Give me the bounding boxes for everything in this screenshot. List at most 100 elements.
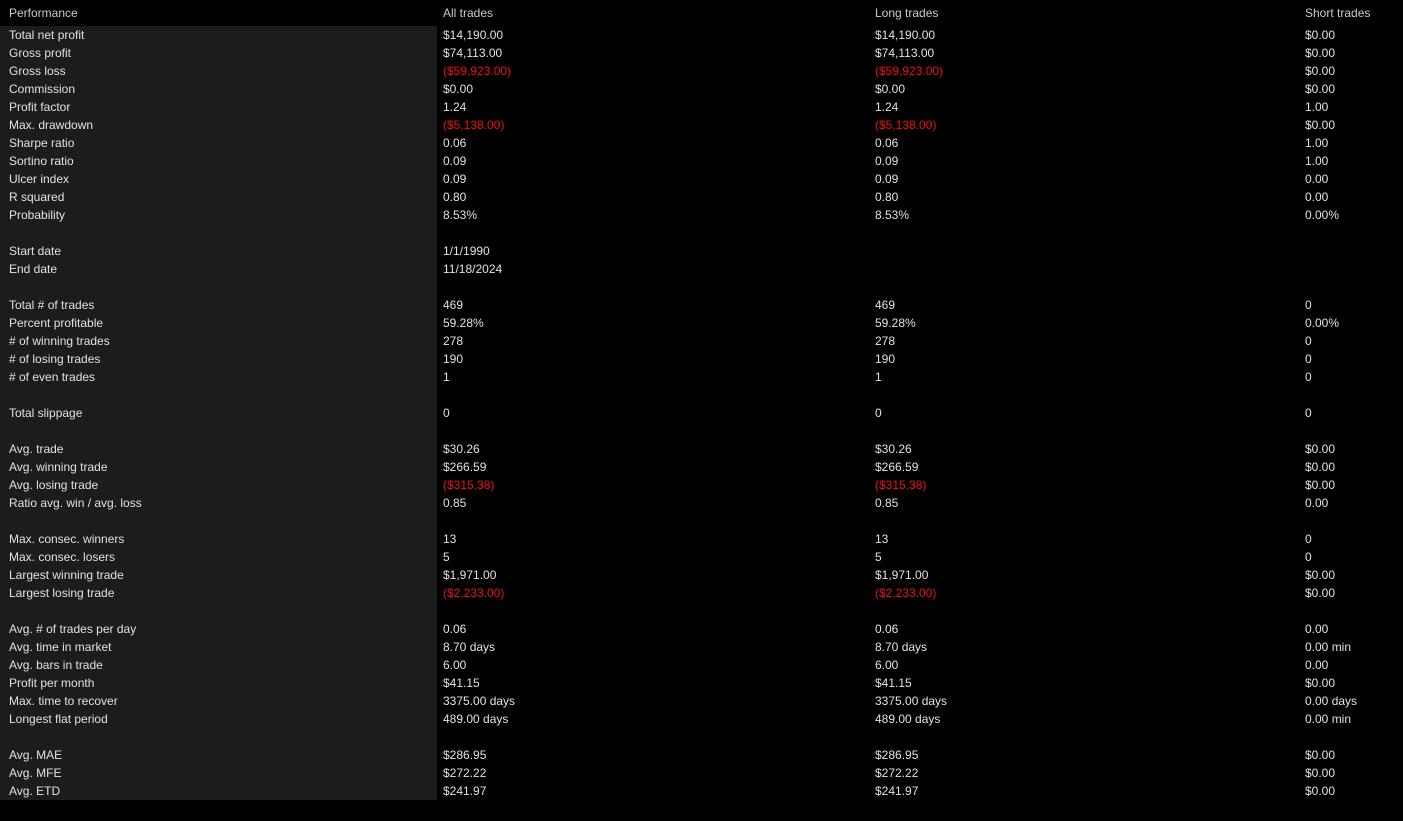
table-row[interactable]: Avg. winning trade $266.59 $266.59 $0.00 xyxy=(0,458,1403,476)
group-spacer-row xyxy=(0,512,1403,530)
table-row[interactable]: Max. consec. winners 13 13 0 xyxy=(0,530,1403,548)
table-row[interactable]: # of losing trades 190 190 0 xyxy=(0,350,1403,368)
table-row[interactable]: Avg. losing trade ($315.38) ($315.38) $0.00 xyxy=(0,476,1403,494)
value-short-trades: 0 xyxy=(1305,370,1312,384)
table-row[interactable]: Profit factor 1.24 1.24 1.00 xyxy=(0,98,1403,116)
value-all-trades: 0.80 xyxy=(443,190,467,204)
metric-label: Avg. losing trade xyxy=(9,478,99,492)
value-long-trades: ($315.38) xyxy=(875,478,927,492)
value-short-trades: 0 xyxy=(1305,406,1312,420)
metric-label: Start date xyxy=(9,244,62,258)
table-row[interactable]: Percent profitable 59.28% 59.28% 0.00% xyxy=(0,314,1403,332)
value-all-trades: 0 xyxy=(443,406,450,420)
table-row[interactable]: Gross profit $74,113.00 $74,113.00 $0.00 xyxy=(0,44,1403,62)
metric-label: Avg. time in market xyxy=(9,640,112,654)
table-row[interactable]: End date 11/18/2024 xyxy=(0,260,1403,278)
value-all-trades: 3375.00 days xyxy=(443,694,516,708)
table-row[interactable]: Avg. bars in trade 6.00 6.00 0.00 xyxy=(0,656,1403,674)
value-long-trades: $74,113.00 xyxy=(875,46,935,60)
table-row[interactable]: Commission $0.00 $0.00 $0.00 xyxy=(0,80,1403,98)
value-short-trades: $0.00 xyxy=(1305,460,1336,474)
table-row[interactable]: Avg. ETD $241.97 $241.97 $0.00 xyxy=(0,782,1403,800)
value-long-trades: 469 xyxy=(875,298,896,312)
value-long-trades: $14,190.00 xyxy=(875,28,936,42)
table-row[interactable]: Largest losing trade ($2,233.00) ($2,233.0… xyxy=(0,584,1403,602)
metric-label: End date xyxy=(9,262,58,276)
metric-label: Avg. ETD xyxy=(9,784,61,798)
value-long-trades: $266.59 xyxy=(875,460,919,474)
table-row[interactable]: # of even trades 1 1 0 xyxy=(0,368,1403,386)
table-row[interactable]: Avg. trade $30.26 $30.26 $0.00 xyxy=(0,440,1403,458)
table-row[interactable]: Probability 8.53% 8.53% 0.00% xyxy=(0,206,1403,224)
table-row[interactable]: Sharpe ratio 0.06 0.06 1.00 xyxy=(0,134,1403,152)
table-row[interactable]: Avg. MAE $286.95 $286.95 $0.00 xyxy=(0,746,1403,764)
value-long-trades: 6.00 xyxy=(875,658,899,672)
value-short-trades: 1.00 xyxy=(1305,154,1329,168)
value-all-trades: 0.85 xyxy=(443,496,467,510)
column-header-long-trades[interactable]: Long trades xyxy=(875,6,938,20)
value-all-trades: ($5,138.00) xyxy=(443,118,505,132)
table-row[interactable]: Profit per month $41.15 $41.15 $0.00 xyxy=(0,674,1403,692)
table-row[interactable]: # of winning trades 278 278 0 xyxy=(0,332,1403,350)
table-row[interactable]: Ratio avg. win / avg. loss 0.85 0.85 0.00 xyxy=(0,494,1403,512)
table-row[interactable]: Largest winning trade $1,971.00 $1,971.00 $… xyxy=(0,566,1403,584)
metric-label: Total net profit xyxy=(9,28,85,42)
column-header-all-trades[interactable]: All trades xyxy=(443,6,493,20)
value-all-trades: ($315.38) xyxy=(443,478,495,492)
value-short-trades: $0.00 xyxy=(1305,784,1336,798)
value-all-trades: 0.06 xyxy=(443,622,467,636)
metric-label: Largest winning trade xyxy=(9,568,124,582)
table-row[interactable]: Max. time to recover 3375.00 days 3375.00 … xyxy=(0,692,1403,710)
column-header-performance[interactable]: Performance xyxy=(9,6,78,20)
table-row[interactable]: Avg. # of trades per day 0.06 0.06 0.00 xyxy=(0,620,1403,638)
value-all-trades: 0.09 xyxy=(443,154,467,168)
table-row[interactable]: Ulcer index 0.09 0.09 0.00 xyxy=(0,170,1403,188)
value-long-trades: $41.15 xyxy=(875,676,912,690)
value-all-trades: 1/1/1990 xyxy=(443,244,490,258)
group-spacer-row xyxy=(0,278,1403,296)
value-short-trades: $0.00 xyxy=(1305,442,1336,456)
value-all-trades: $14,190.00 xyxy=(443,28,504,42)
performance-report: Performance All trades Long trades Short… xyxy=(0,0,1403,821)
metric-label: R squared xyxy=(9,190,65,204)
table-row[interactable]: Max. consec. losers 5 5 0 xyxy=(0,548,1403,566)
value-short-trades: 0.00 days xyxy=(1305,694,1358,708)
value-short-trades: 0 xyxy=(1305,298,1312,312)
column-header-short-trades[interactable]: Short trades xyxy=(1305,6,1370,20)
table-row[interactable]: Total net profit $14,190.00 $14,190.00 $0.0… xyxy=(0,26,1403,44)
value-long-trades: 0.09 xyxy=(875,154,899,168)
value-all-trades: 469 xyxy=(443,298,464,312)
value-short-trades: $0.00 xyxy=(1305,46,1336,60)
metric-label: Total # of trades xyxy=(9,298,95,312)
value-long-trades: $30.26 xyxy=(875,442,912,456)
value-long-trades: 0 xyxy=(875,406,882,420)
value-long-trades: 0.09 xyxy=(875,172,899,186)
table-row[interactable]: Gross loss ($59,923.00) ($59,923.00) $0.00 xyxy=(0,62,1403,80)
value-short-trades: 0.00 min xyxy=(1305,640,1352,654)
metric-label: Largest losing trade xyxy=(9,586,115,600)
table-row[interactable]: Total slippage 0 0 0 xyxy=(0,404,1403,422)
value-long-trades: ($5,138.00) xyxy=(875,118,937,132)
metric-label: Total slippage xyxy=(9,406,83,420)
table-row[interactable]: Avg. time in market 8.70 days 8.70 days 0.0… xyxy=(0,638,1403,656)
table-row[interactable]: Longest flat period 489.00 days 489.00 day… xyxy=(0,710,1403,728)
table-row[interactable]: Total # of trades 469 469 0 xyxy=(0,296,1403,314)
value-all-trades: 11/18/2024 xyxy=(443,262,503,276)
table-row[interactable]: Sortino ratio 0.09 0.09 1.00 xyxy=(0,152,1403,170)
table-row[interactable]: Start date 1/1/1990 xyxy=(0,242,1403,260)
table-row[interactable]: Max. drawdown ($5,138.00) ($5,138.00) $0.00 xyxy=(0,116,1403,134)
group-spacer-row xyxy=(0,422,1403,440)
value-short-trades: 0 xyxy=(1305,532,1312,546)
value-long-trades: $1,971.00 xyxy=(875,568,929,582)
value-short-trades: $0.00 xyxy=(1305,478,1336,492)
table-row[interactable]: Avg. MFE $272.22 $272.22 $0.00 xyxy=(0,764,1403,782)
value-short-trades: $0.00 xyxy=(1305,82,1336,96)
value-short-trades: 0 xyxy=(1305,334,1312,348)
table-row[interactable]: R squared 0.80 0.80 0.00 xyxy=(0,188,1403,206)
value-long-trades: 0.06 xyxy=(875,136,899,150)
value-all-trades: $74,113.00 xyxy=(443,46,503,60)
value-long-trades: $0.00 xyxy=(875,82,906,96)
value-short-trades: 0.00% xyxy=(1305,316,1340,330)
value-long-trades: 1 xyxy=(875,370,882,384)
metric-label: Max. drawdown xyxy=(9,118,94,132)
